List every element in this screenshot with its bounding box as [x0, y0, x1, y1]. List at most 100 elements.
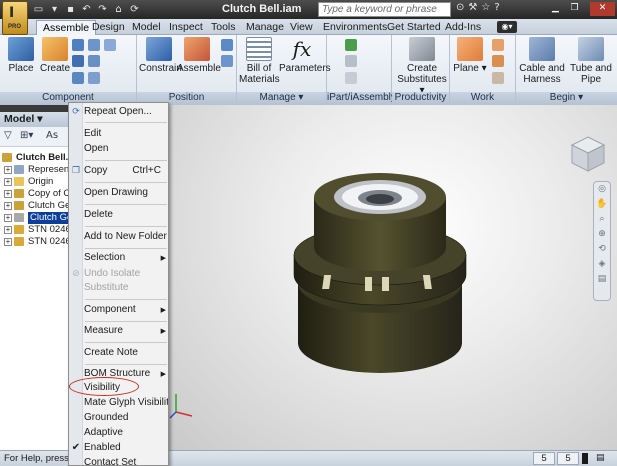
edit-member-icon: [345, 72, 357, 84]
menu-item-selection[interactable]: Selection ▶: [83, 250, 168, 266]
browser-title: Model: [4, 113, 35, 125]
menu-item-repeat-open[interactable]: Repeat Open...: [83, 104, 168, 120]
expand-icon[interactable]: +: [4, 214, 12, 222]
menu-item-mate-glyph-visibility[interactable]: Mate Glyph Visibility: [83, 395, 168, 411]
expand-icon[interactable]: +: [4, 190, 12, 198]
tab-design[interactable]: Design: [86, 20, 131, 35]
menu-item-contact-set[interactable]: Contact Set: [83, 455, 168, 466]
hierarchy-icon[interactable]: ⊞▾: [20, 130, 33, 141]
menu-item-substitute: Substitute: [83, 280, 168, 296]
panel-label-manage[interactable]: Manage ▾: [237, 92, 326, 105]
browser-search-stub[interactable]: As: [46, 130, 58, 141]
expand-icon[interactable]: +: [4, 238, 12, 246]
axis-icon[interactable]: [492, 39, 504, 51]
menu-item-enabled[interactable]: Enabled: [83, 440, 168, 456]
binoculars-icon[interactable]: ⊙: [456, 2, 464, 13]
menu-item-copy[interactable]: Copy Ctrl+C: [83, 163, 168, 179]
make-layout-icon[interactable]: [88, 55, 100, 67]
tab-model[interactable]: Model: [126, 20, 167, 35]
menu-item-label: Contact Set: [84, 457, 137, 466]
menu-item-adaptive[interactable]: Adaptive: [83, 425, 168, 441]
tab-inspect[interactable]: Inspect: [163, 20, 209, 35]
move-icon[interactable]: [221, 39, 233, 51]
menu-item-label: Open Drawing: [84, 187, 148, 198]
expand-icon[interactable]: +: [4, 202, 12, 210]
tab-get-started[interactable]: Get Started: [381, 20, 447, 35]
cable-and-harness-button[interactable]: Cable and Harness: [518, 37, 566, 85]
menu-item-measure[interactable]: Measure ▶: [83, 323, 168, 339]
menu-item-grounded[interactable]: Grounded: [83, 410, 168, 426]
undo-icon[interactable]: ↶: [80, 4, 93, 15]
demote-icon[interactable]: [88, 72, 100, 84]
tab-manage[interactable]: Manage: [240, 20, 290, 35]
menu-separator: [85, 122, 167, 123]
mirror-icon[interactable]: [72, 55, 84, 67]
menu-item-delete[interactable]: Delete: [83, 207, 168, 223]
assemble-button[interactable]: Assemble: [177, 37, 221, 74]
graphics-viewport[interactable]: ◎ ✋ ⌕ ⊕ ⟲ ◈ ▤: [168, 105, 617, 450]
help-search-input[interactable]: Type a keyword or phrase: [318, 2, 451, 17]
bill-of-materials-label: Bill of Materials: [239, 63, 280, 85]
panel-label-ipart-iassembly[interactable]: iPart/iAssembly: [327, 92, 396, 105]
update-icon[interactable]: ⟳: [128, 4, 141, 15]
home-icon[interactable]: ⌂: [112, 4, 125, 15]
replace-icon[interactable]: [72, 72, 84, 84]
constrain-icon: [146, 37, 172, 61]
filter-icon[interactable]: ▽: [4, 130, 12, 141]
close-icon[interactable]: ✕: [590, 2, 615, 16]
menu-item-open-drawing[interactable]: Open Drawing: [83, 185, 168, 201]
redo-icon[interactable]: ↷: [96, 4, 109, 15]
panel-label-productivity[interactable]: Productivity: [392, 92, 449, 105]
menu-icon-gutter: [69, 103, 83, 465]
point-icon[interactable]: [492, 55, 504, 67]
rotate-icon[interactable]: [221, 55, 233, 67]
status-menu-icon[interactable]: ▤: [596, 451, 605, 466]
parameters-button[interactable]: fx Parameters: [279, 37, 331, 74]
new-icon[interactable]: ▭: [32, 4, 45, 15]
tab-tools[interactable]: Tools: [205, 20, 242, 35]
tube-and-pipe-button[interactable]: Tube and Pipe: [568, 37, 614, 85]
tab-view[interactable]: View: [284, 20, 319, 35]
application-menu-button[interactable]: I PRO: [2, 1, 28, 35]
menu-item-edit[interactable]: Edit: [83, 126, 168, 142]
star-icon[interactable]: ☆: [481, 2, 490, 13]
create-button[interactable]: Create: [36, 37, 74, 74]
ucs-icon[interactable]: [492, 72, 504, 84]
status-count-b: 5: [557, 452, 579, 465]
expand-icon[interactable]: +: [4, 226, 12, 234]
help-icon[interactable]: ?: [494, 2, 499, 13]
restore-icon[interactable]: ❐: [566, 2, 583, 16]
bill-of-materials-button[interactable]: Bill of Materials: [239, 37, 280, 85]
constrain-button[interactable]: Constrain: [139, 37, 182, 74]
shrinkwrap-icon[interactable]: [104, 39, 116, 51]
expand-icon[interactable]: +: [4, 166, 12, 174]
copy-component-icon[interactable]: [88, 39, 100, 51]
tools-icon[interactable]: ⚒: [468, 2, 477, 13]
menu-item-create-note[interactable]: Create Note: [83, 345, 168, 361]
place-button[interactable]: Place: [2, 37, 40, 74]
ribbon-display-toggle-icon[interactable]: ◉▾: [497, 21, 517, 33]
status-indicator: [582, 453, 588, 464]
expand-icon[interactable]: +: [4, 178, 12, 186]
cable-and-harness-label: Cable and Harness: [519, 63, 565, 85]
status-count-a: 5: [533, 452, 555, 465]
quick-access-toolbar: ▭ ▾ ▪ ↶ ↷ ⌂ ⟳: [32, 2, 141, 17]
clutch-bell-model[interactable]: [168, 105, 617, 450]
minimize-icon[interactable]: ▁: [547, 2, 564, 16]
create-ipart-icon[interactable]: [345, 39, 357, 51]
panel-label-work-features[interactable]: Work Features: [450, 92, 515, 115]
pattern-icon[interactable]: [72, 39, 84, 51]
tab-add-ins[interactable]: Add-Ins: [439, 20, 487, 35]
menu-item-component[interactable]: Component ▶: [83, 302, 168, 318]
save-icon[interactable]: ▪: [64, 4, 77, 15]
menu-item-add-to-new-folder[interactable]: Add to New Folder: [83, 229, 168, 245]
create-substitutes-icon: [409, 37, 435, 61]
open-icon[interactable]: ▾: [48, 4, 61, 15]
panel-manage: Bill of Materials fx Parameters Manage ▾: [237, 35, 331, 105]
plane-button[interactable]: Plane ▾: [452, 37, 488, 74]
create-substitutes-button[interactable]: Create Substitutes ▾: [394, 37, 450, 96]
menu-item-open[interactable]: Open: [83, 141, 168, 157]
panel-label-begin[interactable]: Begin ▾: [516, 92, 617, 105]
visibility-highlight-ring: [69, 377, 139, 396]
assembly-icon: [2, 153, 12, 162]
